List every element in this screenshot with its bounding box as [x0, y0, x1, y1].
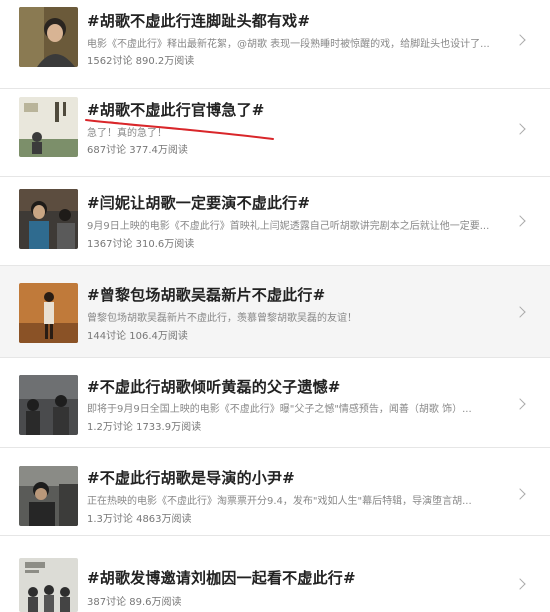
topic-thumbnail	[19, 283, 78, 343]
chevron-right-icon	[514, 34, 526, 46]
topic-item-3[interactable]: #闫妮让胡歌一定要演不虚此行# 9月9日上映的电影《不虚此行》首映礼上闫妮透露自…	[0, 177, 550, 265]
topic-thumbnail	[19, 558, 78, 612]
topic-stats: 387讨论 89.6万阅读	[87, 597, 182, 608]
chevron-right-icon	[514, 578, 526, 590]
topic-stats: 1.2万讨论 1733.9万阅读	[87, 422, 202, 433]
topic-description: 曾黎包场胡歌吴磊新片不虚此行，羡慕曾黎胡歌吴磊的友谊！	[87, 313, 357, 324]
chevron-right-icon	[514, 306, 526, 318]
photo-man-portrait	[19, 7, 78, 67]
topic-item-5[interactable]: #不虚此行胡歌倾听黄磊的父子遗憾# 即将于9月9日全国上映的电影《不虚此行》曝"…	[0, 358, 550, 447]
topic-title: #闫妮让胡歌一定要演不虚此行#	[87, 194, 311, 212]
topic-stats: 1367讨论 310.6万阅读	[87, 239, 195, 250]
topic-description: 正在热映的电影《不虚此行》淘票票开分9.4，发布"戏如人生"幕后特辑，导演堕言胡…	[87, 496, 472, 507]
topic-title: #胡歌发博邀请刘枷因一起看不虚此行#	[87, 569, 356, 587]
topic-item-4[interactable]: #曾黎包场胡歌吴磊新片不虚此行# 曾黎包场胡歌吴磊新片不虚此行，羡慕曾黎胡歌吴磊…	[0, 266, 550, 357]
chevron-right-icon	[514, 398, 526, 410]
topic-list: #胡歌不虚此行连脚趾头都有戏# 电影《不虚此行》释出最新花絮，@胡歌 表现一段熟…	[0, 0, 550, 612]
topic-item-7[interactable]: #胡歌发博邀请刘枷因一起看不虚此行# 387讨论 89.6万阅读	[0, 536, 550, 612]
topic-title: #曾黎包场胡歌吴磊新片不虚此行#	[87, 286, 326, 304]
photo-woman-standing	[19, 283, 78, 343]
topic-stats: 1562讨论 890.2万阅读	[87, 56, 195, 67]
topic-item-2[interactable]: #胡歌不虚此行官博急了# 急了！真的急了！ 687讨论 377.4万阅读	[0, 89, 550, 176]
chevron-right-icon	[514, 488, 526, 500]
topic-title: #不虚此行胡歌倾听黄磊的父子遗憾#	[87, 378, 341, 396]
topic-title: #胡歌不虚此行官博急了#	[87, 101, 265, 119]
topic-stats: 144讨论 106.4万阅读	[87, 331, 188, 342]
photo-two-men-scene	[19, 375, 78, 435]
topic-thumbnail	[19, 97, 78, 157]
photo-poster-group	[19, 558, 78, 612]
topic-description: 急了！真的急了！	[87, 128, 167, 139]
topic-description: 电影《不虚此行》释出最新花絮，@胡歌 表现一段熟睡时被惊醒的戏，给脚趾头也设计了…	[87, 39, 490, 50]
topic-thumbnail	[19, 375, 78, 435]
topic-stats: 1.3万讨论 4863万阅读	[87, 514, 192, 525]
topic-stats: 687讨论 377.4万阅读	[87, 145, 188, 156]
topic-thumbnail	[19, 7, 78, 67]
chevron-right-icon	[514, 215, 526, 227]
topic-title: #胡歌不虚此行连脚趾头都有戏#	[87, 12, 311, 30]
photo-premiere-event	[19, 189, 78, 249]
topic-item-6[interactable]: #不虚此行胡歌是导演的小尹# 正在热映的电影《不虚此行》淘票票开分9.4，发布"…	[0, 448, 550, 535]
topic-thumbnail	[19, 189, 78, 249]
topic-item-1[interactable]: #胡歌不虚此行连脚趾头都有戏# 电影《不虚此行》释出最新花絮，@胡歌 表现一段熟…	[0, 0, 550, 88]
topic-description: 即将于9月9日全国上映的电影《不虚此行》曝"父子之憾"情感预告，闻善（胡歌 饰）…	[87, 404, 472, 415]
topic-description: 9月9日上映的电影《不虚此行》首映礼上闫妮透露自己听胡歌讲完剧本之后就让他一定要…	[87, 221, 490, 232]
chevron-right-icon	[514, 123, 526, 135]
topic-thumbnail	[19, 466, 78, 526]
photo-director-scene	[19, 466, 78, 526]
topic-title: #不虚此行胡歌是导演的小尹#	[87, 469, 295, 487]
photo-movie-poster	[19, 97, 78, 157]
